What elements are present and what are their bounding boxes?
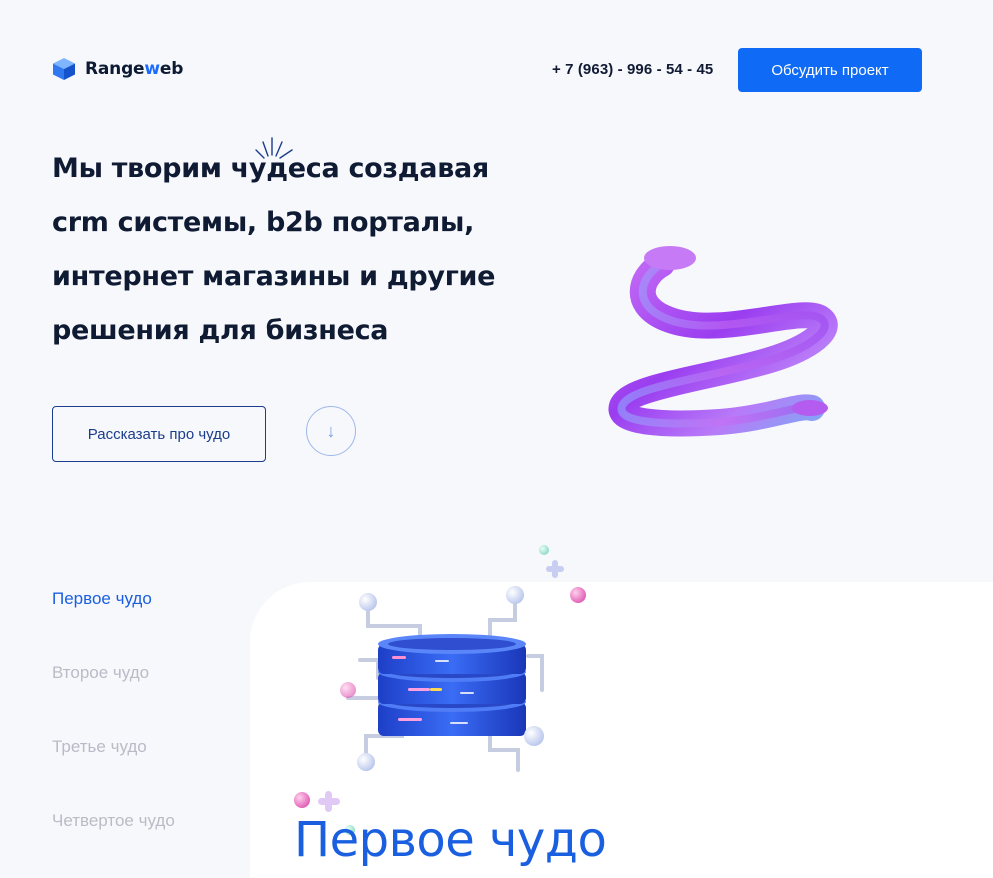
logo-text: Rangeweb	[85, 59, 184, 79]
nav-item-second-wonder[interactable]: Второе чудо	[52, 662, 175, 736]
arrow-down-icon: ↓	[326, 420, 336, 441]
server-stack-illustration	[294, 545, 586, 835]
nav-item-first-wonder[interactable]: Первое чудо	[52, 588, 175, 662]
scroll-down-button[interactable]: ↓	[306, 406, 356, 456]
hero-title-line: crm системы, b2b порталы,	[52, 207, 475, 238]
discuss-project-button[interactable]: Обсудить проект	[738, 48, 922, 92]
nav-item-third-wonder[interactable]: Третье чудо	[52, 736, 175, 810]
tell-about-wonder-button[interactable]: Рассказать про чудо	[52, 406, 266, 462]
site-header: Rangeweb + 7 (963) - 996 - 54 - 45 Обсуд…	[0, 0, 993, 140]
hero-title: Мы творим чудеса создавая crm системы, b…	[52, 142, 496, 358]
cube-logo-icon	[53, 58, 75, 80]
wonders-nav: Первое чудо Второе чудо Третье чудо Четв…	[52, 588, 175, 878]
logo[interactable]: Rangeweb	[52, 57, 183, 81]
nav-item-fourth-wonder[interactable]: Четвертое чудо	[52, 810, 175, 878]
wonder-panel-title: Первое чудо	[294, 812, 607, 868]
phone-number[interactable]: + 7 (963) - 996 - 54 - 45	[552, 61, 713, 78]
purple-twist-illustration	[608, 246, 838, 437]
hero-title-line: решения для бизнеса	[52, 315, 389, 346]
hero-title-line: Мы творим чудеса создавая	[52, 153, 489, 184]
hero-title-line: интернет магазины и другие	[52, 261, 496, 292]
